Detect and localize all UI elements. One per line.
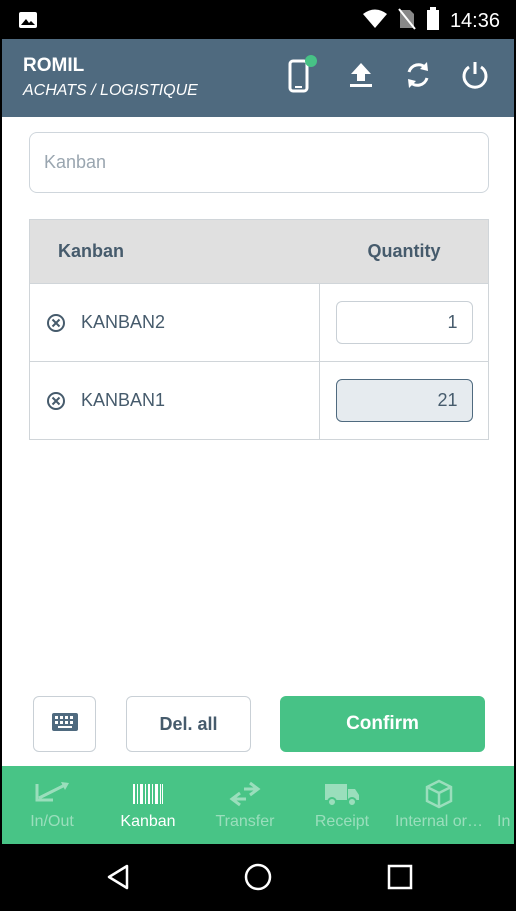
kanban-cell: KANBAN2 [30, 284, 320, 361]
sync-button[interactable] [398, 57, 438, 97]
nav-label: Internal or… [394, 813, 484, 830]
quantity-input[interactable] [335, 301, 473, 344]
image-icon [18, 11, 38, 29]
battery-icon [426, 6, 440, 36]
confirm-button[interactable]: Confirm [280, 696, 485, 752]
app-screen: 14:36 ROMIL ACHATS / LOGISTIQUE Kanban K… [0, 0, 516, 911]
in-out-icon [33, 779, 71, 809]
nav-item-receipt[interactable]: Receipt [293, 766, 391, 844]
table-header: Kanban Quantity [30, 220, 488, 283]
column-header-kanban: Kanban [58, 241, 125, 261]
clock: 14:36 [449, 9, 500, 32]
system-navigation-bar [2, 844, 514, 909]
keyboard-button[interactable] [33, 696, 96, 752]
barcode-icon [132, 779, 164, 809]
quantity-input[interactable] [335, 379, 473, 422]
transfer-icon [228, 779, 262, 809]
upload-button[interactable] [341, 57, 381, 97]
truck-icon [324, 779, 360, 809]
quantity-cell [320, 284, 488, 361]
nav-item-in-out[interactable]: In/Out [3, 766, 101, 844]
recents-button[interactable] [382, 861, 418, 897]
device-status-icon [282, 54, 318, 100]
nav-item-internal-orders[interactable]: Internal or… [390, 766, 488, 844]
upload-icon [348, 61, 374, 94]
home-button[interactable] [240, 861, 276, 897]
nav-label: Kanban [120, 813, 176, 830]
home-icon [243, 862, 273, 897]
sync-icon [403, 60, 433, 95]
app-header: ROMIL ACHATS / LOGISTIQUE [2, 39, 514, 117]
department-label: ACHATS / LOGISTIQUE [23, 82, 198, 99]
remove-icon[interactable] [45, 390, 67, 412]
nav-label: Transfer [215, 813, 275, 830]
more-icon [487, 779, 497, 809]
remove-icon[interactable] [45, 312, 67, 334]
back-icon [105, 863, 131, 896]
bottom-nav: In/Out Kanban Transfer Receipt Internal … [2, 766, 514, 844]
nav-label: In [497, 813, 511, 830]
kanban-table: Kanban Quantity KANBAN2 KANBAN1 [29, 219, 489, 440]
device-status-button[interactable] [280, 54, 320, 100]
column-header-quantity: Quantity [367, 241, 441, 261]
power-button[interactable] [455, 57, 495, 97]
user-name: ROMIL [23, 55, 85, 76]
no-sim-icon [398, 7, 416, 36]
kanban-name: KANBAN2 [81, 312, 166, 332]
recents-icon [387, 864, 413, 895]
nav-item-kanban[interactable]: Kanban [99, 766, 197, 844]
quantity-cell [320, 362, 488, 439]
nav-label: In/Out [30, 813, 74, 830]
wifi-icon [362, 8, 388, 35]
delete-all-button[interactable]: Del. all [126, 696, 251, 752]
kanban-name: KANBAN1 [81, 390, 166, 410]
back-button[interactable] [100, 861, 136, 897]
status-bar: 14:36 [2, 2, 514, 39]
table-row: KANBAN1 [30, 361, 488, 439]
nav-label: Receipt [314, 813, 370, 830]
nav-item-more[interactable]: In [487, 766, 514, 844]
kanban-search-input[interactable] [29, 132, 489, 193]
kanban-cell: KANBAN1 [30, 362, 320, 439]
nav-item-transfer[interactable]: Transfer [196, 766, 294, 844]
power-icon [460, 60, 490, 95]
table-row: KANBAN2 [30, 283, 488, 361]
keyboard-icon [51, 712, 79, 737]
box-icon [424, 779, 454, 809]
